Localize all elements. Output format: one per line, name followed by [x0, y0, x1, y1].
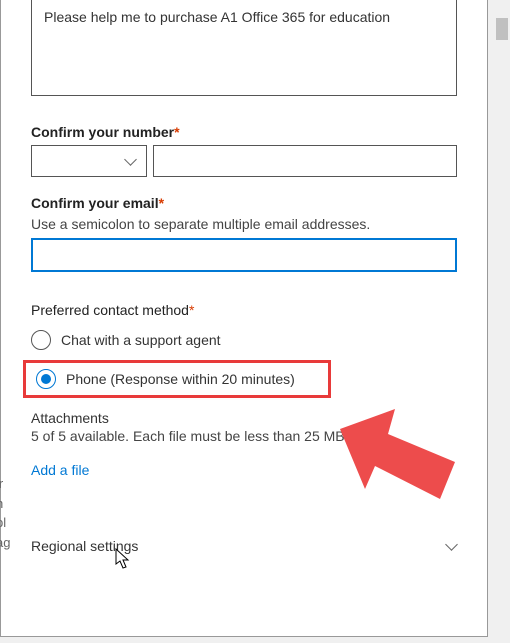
highlighted-option: Phone (Response within 20 minutes)	[23, 360, 331, 398]
scrollbar[interactable]	[494, 0, 510, 640]
description-text: Please help me to purchase A1 Office 365…	[44, 9, 390, 25]
confirm-email-label-text: Confirm your email	[31, 195, 159, 211]
confirm-email-label: Confirm your email*	[31, 195, 457, 211]
radio-icon	[31, 330, 51, 350]
email-hint: Use a semicolon to separate multiple ema…	[31, 216, 457, 232]
radio-label-chat: Chat with a support agent	[61, 332, 221, 348]
confirm-email-group: Confirm your email* Use a semicolon to s…	[31, 195, 457, 272]
radio-option-chat[interactable]: Chat with a support agent	[31, 330, 457, 350]
confirm-number-label-text: Confirm your number	[31, 124, 174, 140]
phone-number-input[interactable]	[153, 145, 457, 177]
contact-method-label-text: Preferred contact method	[31, 302, 189, 318]
regional-settings-row[interactable]: Regional settings	[31, 538, 457, 554]
left-edge-cropped-text: irhplag	[0, 474, 10, 552]
required-marker: *	[174, 124, 179, 140]
contact-method-group: Preferred contact method* Chat with a su…	[31, 302, 457, 398]
email-input[interactable]	[31, 238, 457, 272]
description-textarea[interactable]: Please help me to purchase A1 Office 365…	[31, 0, 457, 96]
radio-label-phone: Phone (Response within 20 minutes)	[66, 371, 295, 387]
attachments-group: Attachments 5 of 5 available. Each file …	[31, 410, 457, 480]
radio-icon-selected[interactable]	[36, 369, 56, 389]
required-marker: *	[189, 302, 194, 318]
add-file-link[interactable]: Add a file	[31, 462, 89, 478]
chevron-down-icon	[447, 541, 457, 551]
scrollbar-thumb[interactable]	[496, 18, 508, 40]
attachments-hint: 5 of 5 available. Each file must be less…	[31, 428, 457, 444]
support-form-panel: Please help me to purchase A1 Office 365…	[0, 0, 488, 637]
required-marker: *	[159, 195, 164, 211]
confirm-number-label: Confirm your number*	[31, 124, 457, 140]
contact-method-label: Preferred contact method*	[31, 302, 457, 318]
confirm-number-group: Confirm your number*	[31, 124, 457, 177]
country-code-select[interactable]	[31, 145, 147, 177]
attachments-label: Attachments	[31, 410, 457, 426]
chevron-down-icon	[126, 156, 136, 166]
regional-settings-label: Regional settings	[31, 538, 138, 554]
